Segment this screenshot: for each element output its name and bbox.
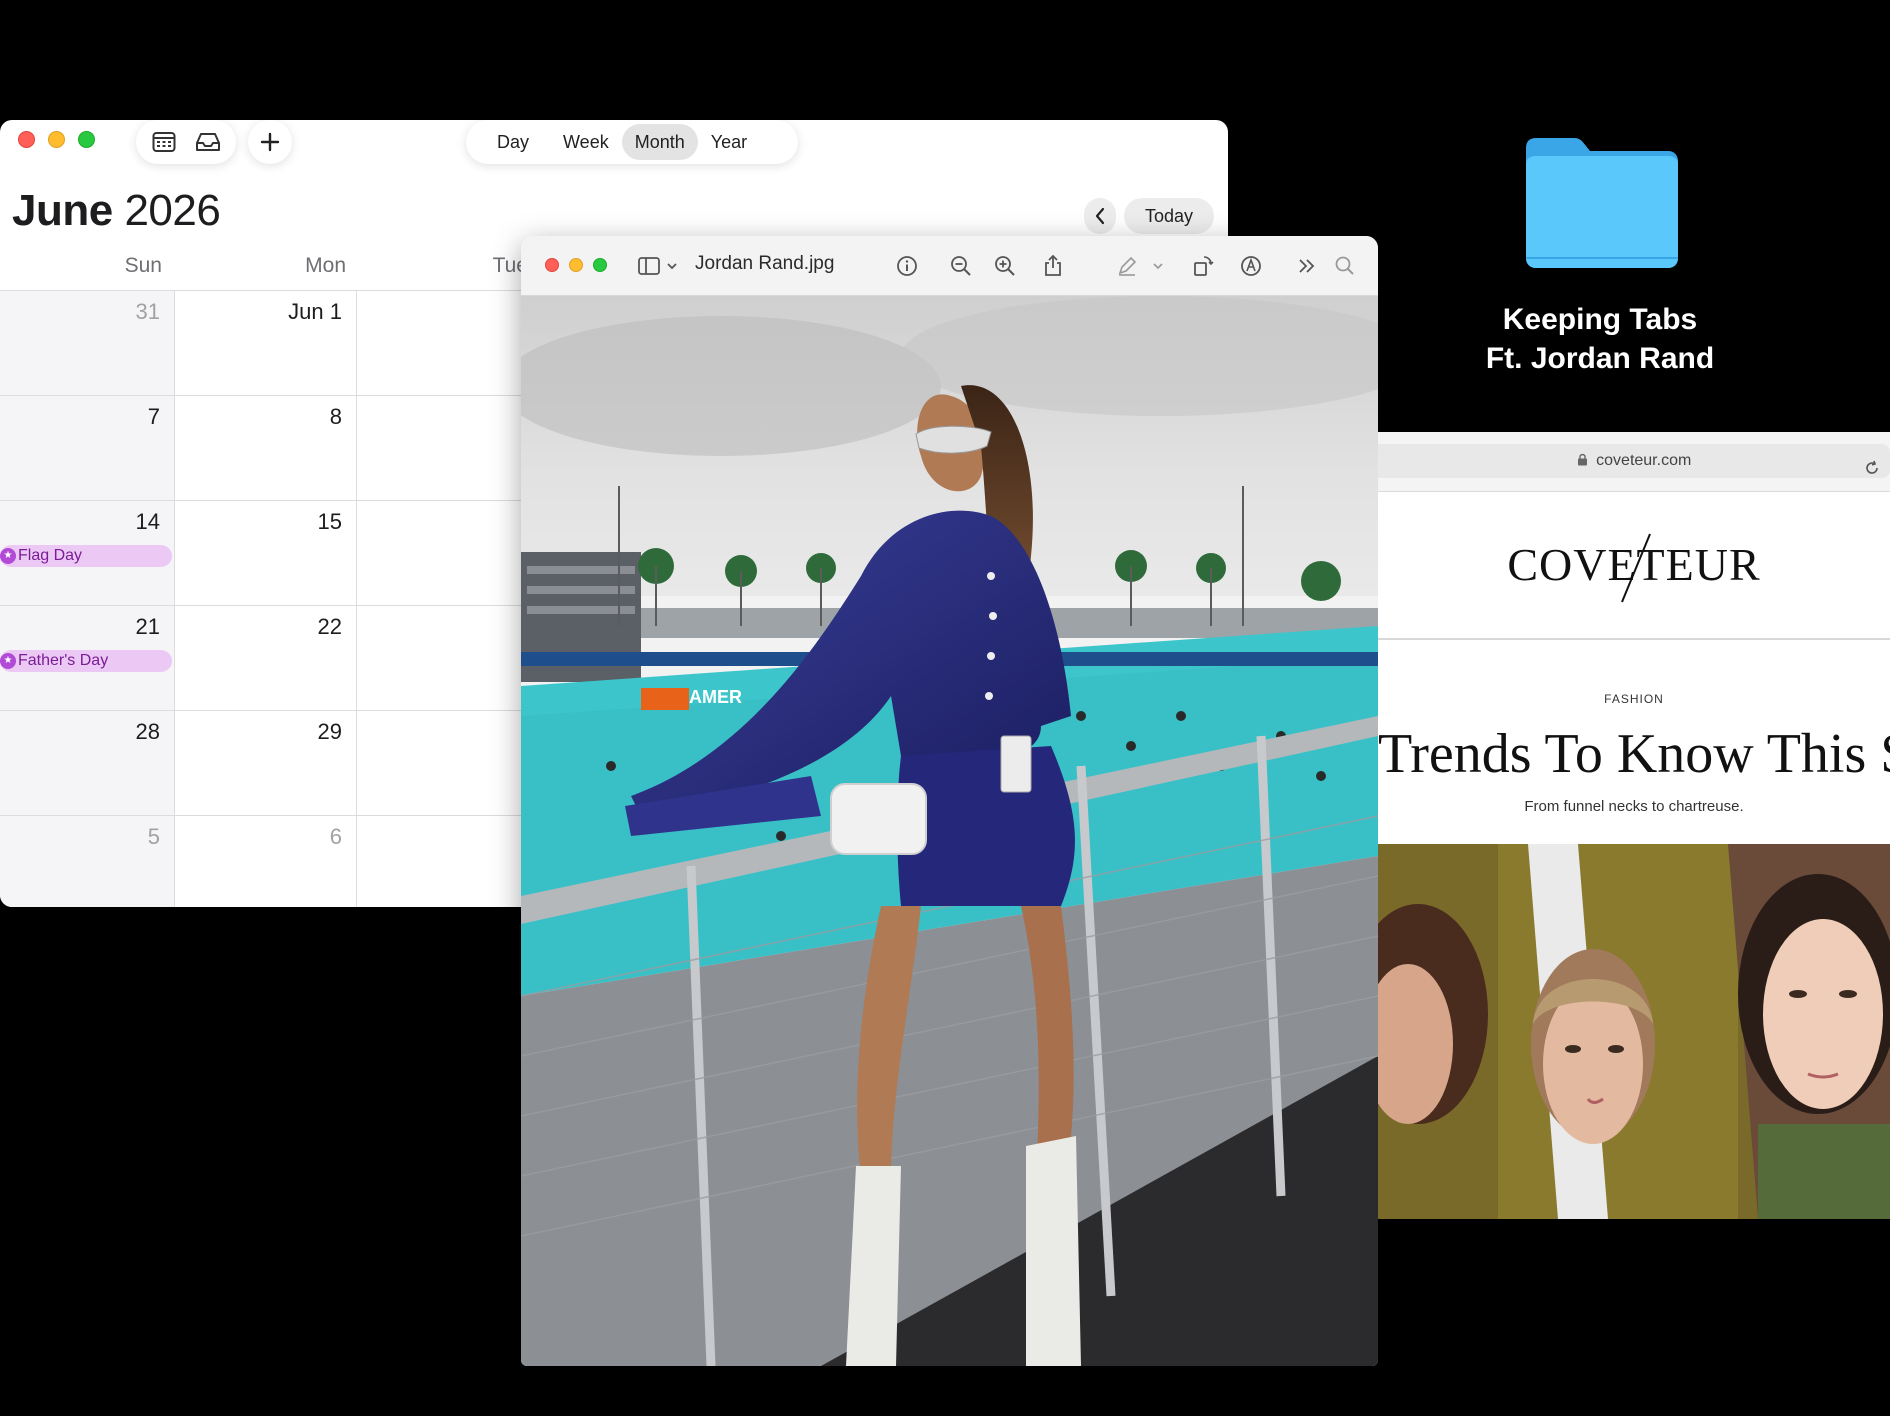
day-number: 31 bbox=[135, 299, 160, 324]
weekday-header-sun: Sun bbox=[124, 254, 162, 277]
year-label: 2026 bbox=[124, 186, 221, 235]
weekday-header-tue: Tue bbox=[492, 254, 528, 277]
star-icon: ★ bbox=[0, 548, 16, 564]
logo-slash-mark bbox=[1621, 533, 1651, 603]
day-number: 28 bbox=[135, 719, 160, 744]
day-cell[interactable]: 15 bbox=[175, 501, 356, 605]
article-hero-image[interactable] bbox=[1378, 844, 1890, 1219]
tab-month[interactable]: Month bbox=[621, 124, 698, 160]
annotate-icon[interactable] bbox=[1239, 254, 1263, 278]
calendar-event[interactable]: ★ Father's Day bbox=[0, 650, 172, 672]
zoom-window-button[interactable] bbox=[593, 258, 607, 272]
chevron-down-icon[interactable] bbox=[665, 254, 679, 278]
url-text: coveteur.com bbox=[1596, 452, 1692, 469]
day-cell[interactable]: 31 bbox=[0, 291, 174, 395]
day-number: 21 bbox=[135, 614, 160, 639]
preview-window: Jordan Rand.jpg AMER bbox=[521, 236, 1378, 1366]
day-cell[interactable]: Jun 1 bbox=[175, 291, 356, 395]
sidebar-icon[interactable] bbox=[637, 254, 661, 278]
tab-day[interactable]: Day bbox=[484, 124, 542, 160]
day-number: 29 bbox=[317, 719, 342, 744]
weekday-header-mon: Mon bbox=[305, 254, 346, 277]
photo-canvas: AMER bbox=[521, 296, 1378, 1366]
info-icon[interactable] bbox=[895, 254, 919, 278]
photo-jordan-rand: AMER bbox=[521, 296, 1378, 1366]
day-cell[interactable]: 14 ★ Flag Day bbox=[0, 501, 174, 605]
day-number: 7 bbox=[147, 404, 160, 429]
hero-graphic bbox=[1378, 844, 1890, 1219]
address-bar[interactable]: coveteur.com bbox=[1378, 444, 1890, 478]
close-window-button[interactable] bbox=[18, 131, 35, 148]
day-cell[interactable]: 28 bbox=[0, 711, 174, 815]
day-cell[interactable]: 7 bbox=[0, 396, 174, 500]
day-cell[interactable]: 6 bbox=[175, 816, 356, 907]
zoom-in-icon[interactable] bbox=[993, 254, 1017, 278]
month-title: June 2026 bbox=[12, 186, 221, 236]
today-button[interactable]: Today bbox=[1124, 198, 1214, 234]
event-title: Father's Day bbox=[18, 652, 109, 669]
inbox-icon[interactable] bbox=[195, 131, 221, 153]
zoom-window-button[interactable] bbox=[78, 131, 95, 148]
plus-icon bbox=[260, 132, 280, 152]
calendar-list-icon[interactable] bbox=[152, 131, 176, 153]
article-dek: From funnel necks to chartreuse. bbox=[1524, 798, 1744, 815]
day-number: 15 bbox=[317, 509, 342, 534]
more-icon[interactable] bbox=[1295, 254, 1319, 278]
search-icon[interactable] bbox=[1333, 254, 1357, 278]
markup-pen-icon[interactable] bbox=[1115, 254, 1139, 278]
close-window-button[interactable] bbox=[545, 258, 559, 272]
document-title: Jordan Rand.jpg bbox=[695, 253, 835, 274]
tab-week[interactable]: Week bbox=[550, 124, 622, 160]
star-icon: ★ bbox=[0, 653, 16, 669]
day-number: 8 bbox=[329, 404, 342, 429]
add-event-button[interactable] bbox=[248, 120, 292, 164]
folder-label-line-2: Ft. Jordan Rand bbox=[1485, 342, 1715, 375]
event-title: Flag Day bbox=[18, 547, 83, 564]
chevron-left-icon bbox=[1095, 207, 1105, 225]
reload-icon[interactable] bbox=[1864, 453, 1880, 487]
article-headline[interactable]: Trends To Know This Se bbox=[1378, 722, 1890, 786]
folder-label[interactable]: Keeping Tabs Ft. Jordan Rand bbox=[1440, 300, 1760, 378]
chevron-down-icon[interactable] bbox=[1151, 254, 1165, 278]
safari-toolbar: coveteur.com bbox=[1378, 432, 1890, 492]
minimize-window-button[interactable] bbox=[569, 258, 583, 272]
window-controls bbox=[18, 131, 95, 148]
track-sign-text: AMER bbox=[689, 687, 742, 707]
tab-year[interactable]: Year bbox=[698, 124, 760, 160]
day-number: Jun 1 bbox=[288, 299, 342, 324]
minimize-window-button[interactable] bbox=[48, 131, 65, 148]
calendar-list-group bbox=[136, 120, 236, 164]
previous-month-button[interactable] bbox=[1084, 198, 1116, 234]
day-cell[interactable]: 29 bbox=[175, 711, 356, 815]
rotate-icon[interactable] bbox=[1191, 254, 1215, 278]
day-number: 22 bbox=[317, 614, 342, 639]
share-icon[interactable] bbox=[1041, 254, 1065, 278]
calendar-event[interactable]: ★ Flag Day bbox=[0, 545, 172, 567]
view-segmented-control: Day Week Month Year bbox=[466, 120, 798, 164]
day-cell[interactable]: 21 ★ Father's Day bbox=[0, 606, 174, 710]
day-cell[interactable]: 5 bbox=[0, 816, 174, 907]
day-number: 6 bbox=[329, 824, 342, 849]
folder-icon[interactable] bbox=[1522, 134, 1680, 270]
folder-label-line-1: Keeping Tabs bbox=[1502, 303, 1698, 336]
day-number: 5 bbox=[147, 824, 160, 849]
zoom-out-icon[interactable] bbox=[949, 254, 973, 278]
article-category[interactable]: FASHION bbox=[1378, 692, 1890, 706]
safari-window: coveteur.com COVETEUR FASHION Trends To … bbox=[1378, 432, 1890, 1219]
day-cell[interactable]: 8 bbox=[175, 396, 356, 500]
lock-icon bbox=[1577, 452, 1592, 469]
preview-toolbar: Jordan Rand.jpg bbox=[521, 236, 1378, 296]
folder-graphic bbox=[1526, 138, 1678, 268]
window-controls bbox=[545, 258, 607, 272]
day-number: 14 bbox=[135, 509, 160, 534]
calendar-toolbar: Day Week Month Year bbox=[0, 120, 1228, 180]
month-name: June bbox=[12, 186, 113, 235]
day-cell[interactable]: 22 bbox=[175, 606, 356, 710]
header-divider bbox=[1378, 638, 1890, 640]
